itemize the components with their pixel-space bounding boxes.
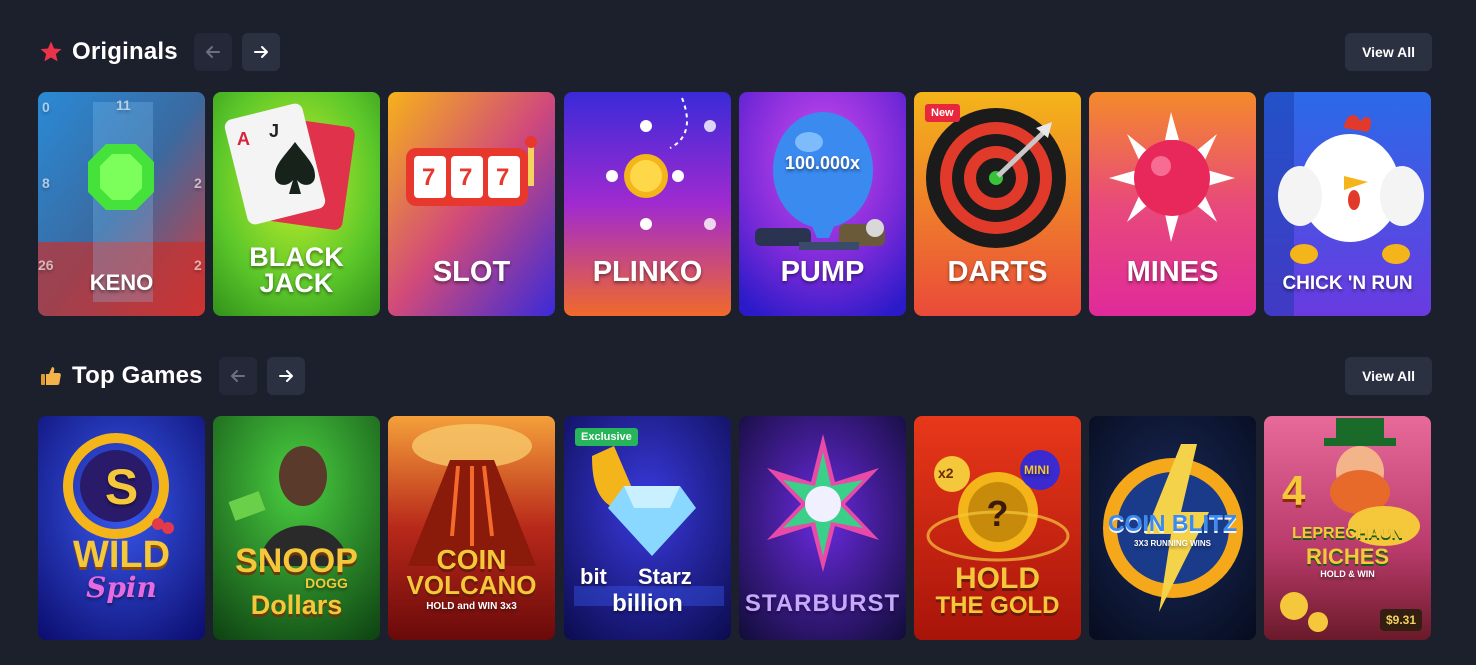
- thumbs-up-icon: [38, 363, 64, 389]
- game-card-title: WILD: [72, 534, 171, 576]
- slot-reel: 7: [496, 164, 510, 191]
- game-card-keno[interactable]: 0 11 8 2 26 2 KENO: [38, 92, 205, 316]
- game-card-coin-blitz[interactable]: COIN BLITZ 3X3 RUNNING WINS: [1089, 416, 1256, 640]
- game-card-title: KENO: [89, 270, 154, 295]
- keno-number: 2: [194, 257, 202, 273]
- keno-number: 26: [38, 257, 54, 273]
- new-badge: New: [925, 104, 960, 122]
- originals-header: Originals View All: [38, 32, 1432, 72]
- game-card-title: SNOOP: [235, 542, 358, 580]
- game-card-title: MINES: [1126, 256, 1219, 288]
- game-card-coin-volcano[interactable]: COIN VOLCANO HOLD and WIN 3x3: [388, 416, 555, 640]
- multiplier-tag: x2: [938, 465, 954, 481]
- game-card-hold-the-gold[interactable]: x2 MINI ? HOLD THE GOLD: [914, 416, 1081, 640]
- keno-number: 8: [42, 175, 50, 191]
- game-card-subtitle: billion: [612, 590, 683, 617]
- arrow-right-icon: [253, 46, 268, 58]
- game-card-wild-spin[interactable]: S WILD Spin: [38, 416, 205, 640]
- game-card-subtitle: THE GOLD: [935, 592, 1060, 619]
- game-card-title: JACK: [259, 268, 334, 298]
- game-card-leprechaun-riches[interactable]: 4 LEPRECHAUN RICHES HOLD & WIN $9.31: [1264, 416, 1431, 640]
- slot-reel: 7: [422, 164, 436, 191]
- game-card-title: PLINKO: [592, 256, 703, 288]
- game-card-title: bit: [580, 564, 607, 589]
- wild-spin-logo: S: [104, 459, 139, 515]
- game-card-subtitle: Dollars: [250, 590, 343, 620]
- arrow-right-icon: [278, 370, 293, 382]
- game-card-number: 4: [1282, 467, 1306, 514]
- game-card-chick-n-run[interactable]: CHICK 'N RUN: [1264, 92, 1431, 316]
- next-button[interactable]: [266, 357, 305, 395]
- game-card-starburst[interactable]: STARBURST: [739, 416, 906, 640]
- game-card-slot[interactable]: 7 7 7 SLOT: [388, 92, 555, 316]
- game-card-bitstarz-billion[interactable]: Exclusive bit Starz billion: [564, 416, 731, 640]
- keno-number: 2: [194, 175, 202, 191]
- game-card-title: Starz: [638, 564, 692, 589]
- game-card-title: BLACK: [249, 242, 344, 272]
- prev-button[interactable]: [193, 33, 232, 71]
- game-card-title: STARBURST: [744, 590, 901, 617]
- game-card-subtitle: HOLD & WIN: [1320, 569, 1375, 579]
- originals-section: Originals View All 0 11 8 2 26 2 KENO A …: [38, 32, 1432, 316]
- game-card-title: CHICK 'N RUN: [1282, 273, 1413, 294]
- game-card-title: COIN BLITZ: [1107, 510, 1238, 536]
- game-card-title: HOLD: [955, 562, 1040, 595]
- view-all-button[interactable]: View All: [1345, 33, 1432, 71]
- card-rank-j: J: [269, 121, 280, 141]
- game-card-darts[interactable]: New DARTS: [914, 92, 1081, 316]
- keno-number: 11: [116, 97, 131, 113]
- price-badge: $9.31: [1379, 609, 1422, 631]
- mini-tag: MINI: [1024, 463, 1050, 477]
- game-card-blackjack[interactable]: A J BLACK JACK: [213, 92, 380, 316]
- exclusive-badge: Exclusive: [575, 428, 638, 446]
- originals-carousel: 0 11 8 2 26 2 KENO A J BLACK JACK 7 7 7 …: [38, 92, 1432, 316]
- arrow-left-icon: [205, 46, 220, 58]
- game-card-snoop-dogg-dollars[interactable]: SNOOP DOGG Dollars: [213, 416, 380, 640]
- top-games-carousel: S WILD Spin SNOOP DOGG Dollars COIN VOLC…: [38, 416, 1432, 640]
- game-card-plinko[interactable]: PLINKO: [564, 92, 731, 316]
- section-title: Top Games: [72, 362, 203, 389]
- game-card-title: PUMP: [780, 256, 865, 288]
- view-all-button[interactable]: View All: [1345, 357, 1432, 395]
- top-games-header: Top Games View All: [38, 356, 1432, 396]
- game-card-subtitle: DOGG: [305, 575, 348, 591]
- game-card-title: LEPRECHAUN: [1291, 525, 1404, 542]
- game-card-title: VOLCANO: [406, 570, 537, 600]
- game-card-title: SLOT: [432, 256, 511, 288]
- top-games-section: Top Games View All S WILD Spin SNOOP DOG…: [38, 356, 1432, 640]
- next-button[interactable]: [241, 33, 280, 71]
- section-title: Originals: [72, 38, 178, 65]
- question-mark: ?: [986, 493, 1009, 534]
- keno-number: 0: [42, 99, 50, 115]
- game-card-mines[interactable]: MINES: [1089, 92, 1256, 316]
- arrow-left-icon: [230, 370, 245, 382]
- wild-spin-artwork: [38, 416, 205, 640]
- prev-button[interactable]: [218, 357, 257, 395]
- game-card-pump[interactable]: 100.000x PUMP: [739, 92, 906, 316]
- game-card-title: DARTS: [947, 256, 1048, 288]
- card-rank-a: A: [237, 129, 250, 149]
- game-card-subtitle: Spin: [86, 571, 157, 604]
- pump-multiplier: 100.000x: [784, 153, 861, 173]
- game-card-subtitle: HOLD and WIN 3x3: [426, 601, 517, 612]
- slot-reel: 7: [459, 164, 473, 191]
- game-card-title: RICHES: [1305, 544, 1390, 569]
- game-card-subtitle: 3X3 RUNNING WINS: [1134, 539, 1211, 548]
- star-icon: [38, 39, 64, 65]
